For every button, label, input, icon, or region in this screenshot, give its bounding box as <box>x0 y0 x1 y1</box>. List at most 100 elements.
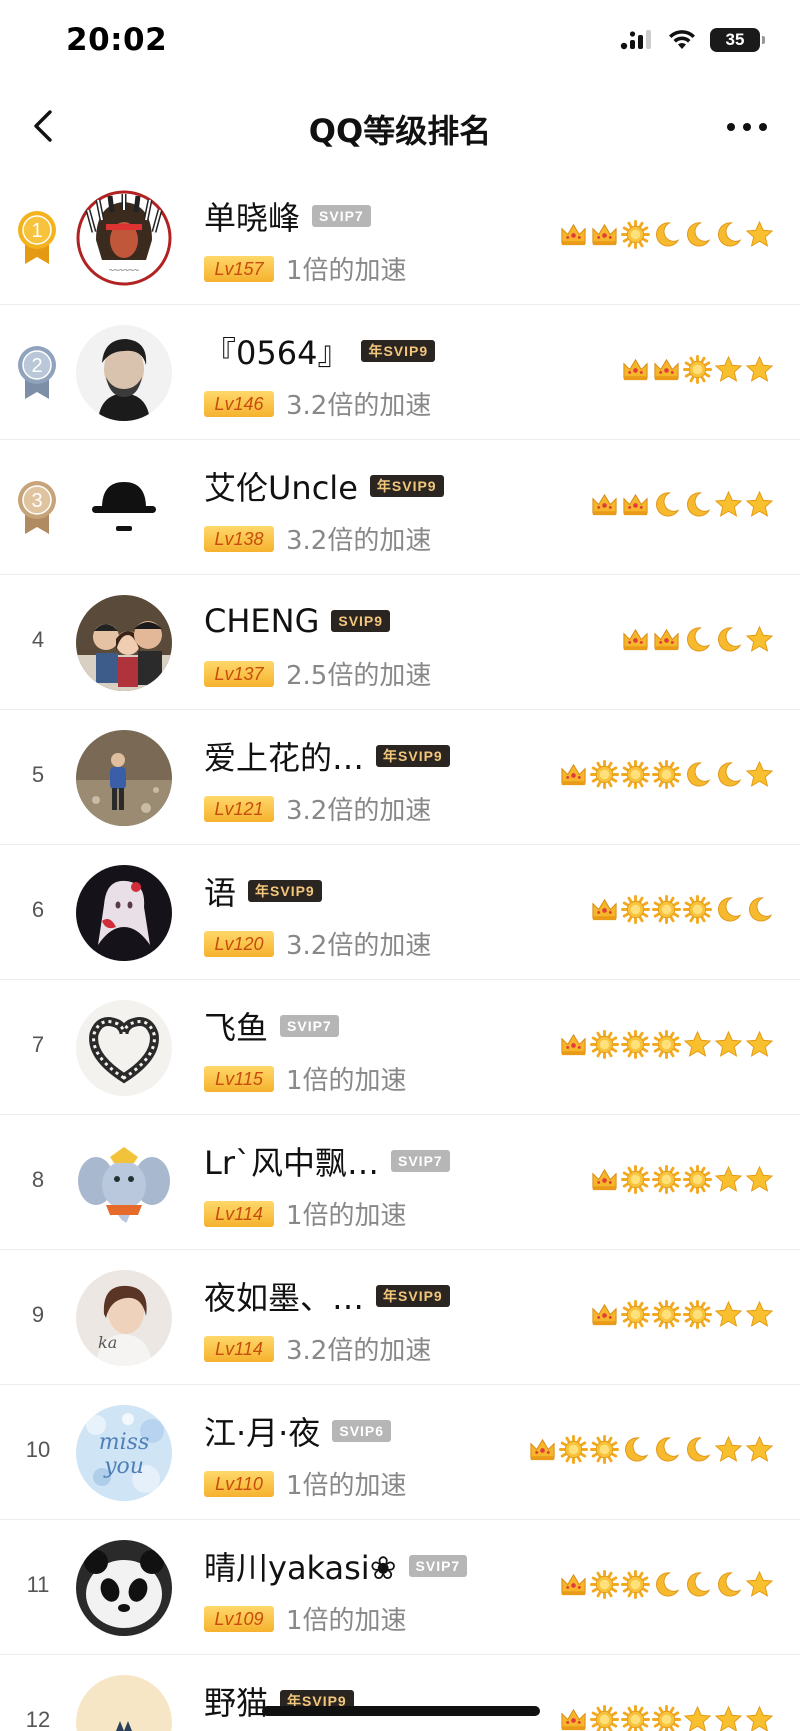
crown-icon <box>561 1033 586 1056</box>
home-indicator <box>262 1706 540 1716</box>
svg-text:you: you <box>103 1454 144 1479</box>
ranking-row[interactable]: 10 miss you 江·月·夜 SVIP6 Lv110 1倍的加速 <box>0 1385 800 1520</box>
ranking-row[interactable]: 4 CHENG SVIP9 Lv137 2.5倍的加速 <box>0 575 800 710</box>
ranking-list: 1 ～～～～～～ 单晓峰 SVIP7 Lv157 1倍的加速 2 『0564』 年SVIP9 Lv… <box>0 170 800 1731</box>
battery-icon: 35 <box>710 28 765 52</box>
level-badge: Lv146 <box>204 390 274 417</box>
user-nickname: 爱上花的… <box>204 739 365 777</box>
acceleration-text: 1倍的加速 <box>286 1201 407 1231</box>
sun-icon <box>683 895 712 924</box>
level-icons <box>590 1300 774 1329</box>
svg-text:1: 1 <box>31 220 42 242</box>
avatar[interactable]: ka <box>76 1270 172 1366</box>
sun-icon <box>590 1435 619 1464</box>
user-nickname: 艾伦Uncle <box>204 469 358 507</box>
more-options-icon[interactable] <box>722 112 772 142</box>
level-line: Lv121 3.2倍的加速 <box>204 790 431 827</box>
star-icon <box>745 760 774 787</box>
level-icons <box>590 490 774 519</box>
ranking-row[interactable]: 2 『0564』 年SVIP9 Lv146 3.2倍的加速 <box>0 305 800 440</box>
ranking-row[interactable]: 8 Lr`风中飘… SVIP7 Lv114 1倍的加速 <box>0 1115 800 1250</box>
star-icon <box>714 490 743 517</box>
sun-icon <box>590 1570 619 1599</box>
vip-badge: 年SVIP9 <box>361 340 436 362</box>
ranking-row[interactable]: 5 爱上花的… 年SVIP9 Lv121 3.2倍的加速 <box>0 710 800 845</box>
moon-icon <box>718 222 742 247</box>
crown-icon <box>623 493 648 516</box>
avatar[interactable] <box>76 325 172 421</box>
star-icon <box>745 355 774 382</box>
page-title: QQ等级排名 <box>308 112 492 150</box>
vip-badge: SVIP7 <box>280 1015 339 1037</box>
user-nickname: 飞鱼 <box>204 1009 269 1047</box>
avatar[interactable] <box>76 1540 172 1636</box>
name-line: Lr`风中飘… SVIP7 <box>204 1139 450 1183</box>
avatar[interactable]: ～～～～～～ <box>76 190 172 286</box>
crown-icon <box>561 1573 586 1596</box>
avatar[interactable] <box>76 865 172 961</box>
sun-icon <box>590 1705 619 1731</box>
vip-badge: SVIP6 <box>332 1420 392 1442</box>
ranking-row[interactable]: 3 艾伦Uncle 年SVIP9 Lv138 3.2倍的加速 <box>0 440 800 575</box>
crown-icon <box>561 1708 586 1731</box>
svg-text:miss: miss <box>99 1430 149 1455</box>
avatar[interactable] <box>76 1135 172 1231</box>
name-line: 江·月·夜 SVIP6 <box>204 1409 392 1453</box>
avatar[interactable] <box>76 460 172 556</box>
crown-icon <box>561 223 586 246</box>
star-icon <box>745 625 774 652</box>
sun-icon <box>621 1300 650 1329</box>
gold-medal-icon: 1 <box>18 211 56 264</box>
name-line: 野猫 年SVIP9 <box>204 1679 354 1723</box>
level-icons <box>559 1705 774 1731</box>
crown-icon <box>592 1303 617 1326</box>
moon-icon <box>718 1572 742 1597</box>
moon-icon <box>656 492 680 517</box>
nav-bar: QQ等级排名 <box>0 84 800 170</box>
star-icon <box>683 1030 712 1057</box>
ranking-row[interactable]: 1 ～～～～～～ 单晓峰 SVIP7 Lv157 1倍的加速 <box>0 170 800 305</box>
name-line: 语年SVIP9 <box>204 869 322 913</box>
crown-icon <box>592 493 617 516</box>
acceleration-text: 3.2倍的加速 <box>286 526 432 556</box>
level-badge: Lv138 <box>204 525 274 552</box>
level-line: Lv115 1倍的加速 <box>204 1060 407 1097</box>
avatar[interactable]: missyou <box>76 1405 172 1501</box>
level-badge: Lv114 <box>204 1200 274 1227</box>
user-nickname: CHENG <box>204 602 320 640</box>
star-icon <box>714 1030 743 1057</box>
star-icon <box>714 1300 743 1327</box>
ranking-row[interactable]: 6 语年SVIP9 Lv120 3.2倍的加速 <box>0 845 800 980</box>
ranking-row[interactable]: 11 晴川yakasi❀ SVIP7 Lv109 1倍的加速 <box>0 1520 800 1655</box>
rank-number: 8 <box>31 1167 45 1192</box>
avatar[interactable] <box>76 730 172 826</box>
status-bar: 20:02 35 <box>0 0 800 84</box>
sun-icon <box>652 1030 681 1059</box>
sun-icon <box>621 220 650 249</box>
sun-icon <box>559 1435 588 1464</box>
rank-number: 10 <box>25 1437 51 1462</box>
sun-icon <box>652 1300 681 1329</box>
silver-medal-icon: 2 <box>18 346 56 399</box>
level-line: Lv146 3.2倍的加速 <box>204 385 431 422</box>
name-line: CHENG SVIP9 <box>204 599 391 643</box>
level-badge: Lv115 <box>204 1065 274 1092</box>
avatar[interactable] <box>76 1675 172 1731</box>
ranking-row[interactable]: 9 ka 夜如墨、… 年SVIP9 Lv114 3.2倍的加速 <box>0 1250 800 1385</box>
moon-icon <box>625 1437 649 1462</box>
name-line: 艾伦Uncle 年SVIP9 <box>204 464 444 508</box>
name-line: 晴川yakasi❀ SVIP7 <box>204 1544 468 1588</box>
moon-icon <box>687 1572 711 1597</box>
level-line: Lv114 3.2倍的加速 <box>204 1330 431 1367</box>
crown-icon <box>592 223 617 246</box>
avatar[interactable] <box>76 1000 172 1096</box>
crown-icon <box>592 1168 617 1191</box>
star-icon <box>714 1165 743 1192</box>
vip-badge: SVIP9 <box>331 610 391 632</box>
avatar[interactable] <box>76 595 172 691</box>
rank-number: 9 <box>31 1302 45 1327</box>
level-badge: Lv120 <box>204 930 274 957</box>
ranking-row[interactable]: 7 飞鱼 SVIP7 Lv115 1倍的加速 <box>0 980 800 1115</box>
ranking-row[interactable]: 12 野猫 年SVIP9 <box>0 1655 800 1731</box>
vip-badge: 年SVIP9 <box>376 1285 450 1307</box>
